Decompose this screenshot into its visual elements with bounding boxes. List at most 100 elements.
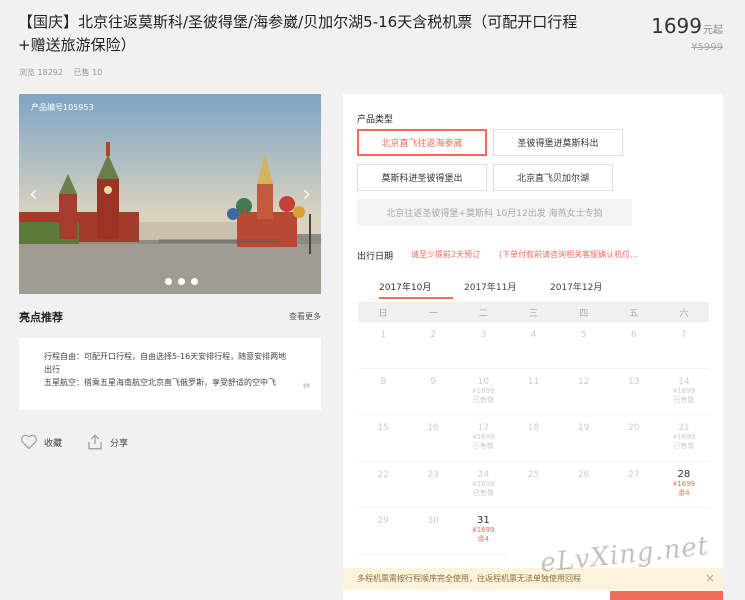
- day-number: 26: [577, 469, 590, 480]
- day-number: 4: [530, 330, 537, 340]
- type-option-spb-in-msk-out[interactable]: 圣彼得堡进莫斯科出: [493, 129, 623, 156]
- day-price: ¥1699: [472, 479, 495, 488]
- calendar-day: 4: [508, 322, 559, 369]
- day-number: 7: [681, 330, 687, 340]
- stats: 浏览 18292 已售 10: [19, 67, 110, 78]
- price-original: ¥5999: [691, 42, 723, 53]
- share-button[interactable]: 分享: [86, 433, 128, 451]
- heart-icon: [21, 434, 37, 450]
- highlights-title: 亮点推荐: [19, 311, 63, 324]
- tab-month-oct[interactable]: 2017年10月: [379, 280, 431, 293]
- weekday: 日: [378, 308, 388, 319]
- type-option-msk-in-spb-out[interactable]: 莫斯科进圣彼得堡出: [357, 164, 487, 191]
- day-number: 22: [377, 469, 389, 480]
- day-number: 2: [430, 330, 437, 340]
- calendar-day: 17 ¥1699 已售罄: [458, 415, 509, 462]
- date-hint-advance: 请至少提前2天预订: [411, 250, 481, 259]
- tab-month-dec[interactable]: 2017年12月: [550, 280, 602, 293]
- book-button[interactable]: [610, 591, 723, 600]
- day-number: 8: [380, 376, 386, 387]
- calendar-day[interactable]: 28 ¥1699 余4: [658, 462, 709, 508]
- day-number: 25: [527, 469, 540, 480]
- travel-date-label: 出行日期: [357, 252, 394, 262]
- booking-panel: 产品类型 北京直飞往返海参崴 圣彼得堡进莫斯科出 莫斯科进圣彼得堡出 北京直飞贝…: [343, 94, 723, 600]
- date-hint-contact: (下单付款前请咨询相关客服确认机位...: [499, 250, 638, 259]
- calendar-day: 7: [658, 322, 709, 369]
- close-icon[interactable]: ×: [705, 571, 715, 585]
- day-number: 15: [377, 423, 389, 433]
- view-more-link[interactable]: 查看更多: [289, 311, 321, 322]
- day-number: 29: [377, 516, 389, 526]
- day-number: 13: [628, 376, 640, 387]
- calendar-day[interactable]: 31 ¥1699 余4: [458, 508, 509, 555]
- calendar-day: 26: [558, 462, 609, 508]
- weekday: 六: [679, 308, 689, 319]
- share-label: 分享: [110, 438, 129, 449]
- day-status: 余4: [477, 535, 490, 543]
- carousel-dot[interactable]: [191, 278, 198, 285]
- calendar-day: 2: [408, 322, 459, 369]
- weekday: 三: [528, 308, 538, 319]
- day-number: 9: [430, 376, 437, 387]
- calendar-day: 8: [358, 369, 409, 415]
- day-number: 30: [427, 516, 439, 526]
- share-icon: [88, 434, 102, 450]
- price-box: 1699元起 ¥5999: [651, 14, 723, 53]
- day-price: ¥1699: [472, 433, 495, 441]
- highlight-line: 行程自由：可配开口行程，自由选择5-16天安排行程，随意安排两地出行: [44, 352, 287, 374]
- calendar-day: 29: [358, 508, 409, 555]
- active-month-underline: [379, 297, 453, 299]
- highlights-header: 亮点推荐 查看更多: [19, 309, 321, 327]
- sold-count: 已售 10: [73, 68, 103, 77]
- day-status: 已售罄: [673, 442, 695, 450]
- calendar-weekdays: 日 一 二 三 四 五 六: [358, 302, 709, 322]
- hero-carousel[interactable]: 产品编号105953 ‹ ›: [19, 94, 321, 294]
- day-number: 16: [427, 423, 439, 433]
- type-option-baikal[interactable]: 北京直飞贝加尔湖: [493, 164, 613, 191]
- day-price: ¥1699: [672, 479, 696, 488]
- carousel-dot[interactable]: [178, 278, 185, 285]
- calendar-day: 19: [558, 415, 609, 462]
- day-number: 23: [427, 469, 439, 480]
- day-number: 27: [628, 469, 640, 480]
- calendar-day: 9: [408, 369, 459, 415]
- weekday: 四: [579, 308, 589, 319]
- highlights-box: 行程自由：可配开口行程，自由选择5-16天安排行程，随意安排两地出行 五星航空：…: [19, 338, 321, 410]
- carousel-dots[interactable]: [165, 278, 198, 285]
- calendar-day: 6: [608, 322, 659, 369]
- carousel-next-icon[interactable]: ›: [302, 182, 311, 207]
- day-number: 12: [577, 376, 590, 387]
- calendar-day: 13: [608, 369, 659, 415]
- day-price: ¥1699: [672, 386, 696, 395]
- tab-month-nov[interactable]: 2017年11月: [464, 280, 516, 293]
- day-status: 已售罄: [472, 488, 494, 497]
- month-tabs: 2017年10月 2017年11月 2017年12月: [357, 280, 709, 300]
- calendar-day: 18: [508, 415, 559, 462]
- calendar-day: 16: [408, 415, 459, 462]
- carousel-dot[interactable]: [165, 278, 172, 285]
- day-price: ¥1699: [472, 526, 495, 534]
- calendar-grid: 1 2 3 4 5 6 7 8 9 10 ¥1699 已售罄 11 12 13 14 ¥1699 已售罄 15 16 1…: [358, 322, 709, 555]
- day-price: ¥1699: [472, 386, 495, 395]
- type-option-haishenwai[interactable]: 北京直飞往返海参崴: [357, 129, 487, 156]
- calendar-day: 20: [608, 415, 659, 462]
- day-number: 14: [678, 376, 690, 387]
- action-bar: 收藏 分享: [20, 433, 128, 451]
- day-number: 19: [577, 423, 590, 433]
- calendar-day: 5: [558, 322, 609, 369]
- price-current: 1699: [651, 14, 702, 38]
- calendar-day: 1: [358, 322, 409, 369]
- day-number: 6: [630, 330, 637, 340]
- day-number: 10: [477, 376, 490, 387]
- day-number: 3: [480, 330, 487, 340]
- weekday: 一: [428, 308, 438, 319]
- carousel-prev-icon[interactable]: ‹: [29, 182, 38, 207]
- view-count: 浏览 18292: [19, 68, 63, 77]
- calendar-day: 25: [508, 462, 559, 508]
- calendar-day: 12: [558, 369, 609, 415]
- day-number: 11: [527, 376, 540, 387]
- day-price: ¥1699: [672, 433, 696, 441]
- calendar-day: 10 ¥1699 已售罄: [458, 369, 509, 415]
- favorite-button[interactable]: 收藏: [20, 433, 62, 451]
- day-status: 余4: [678, 488, 690, 497]
